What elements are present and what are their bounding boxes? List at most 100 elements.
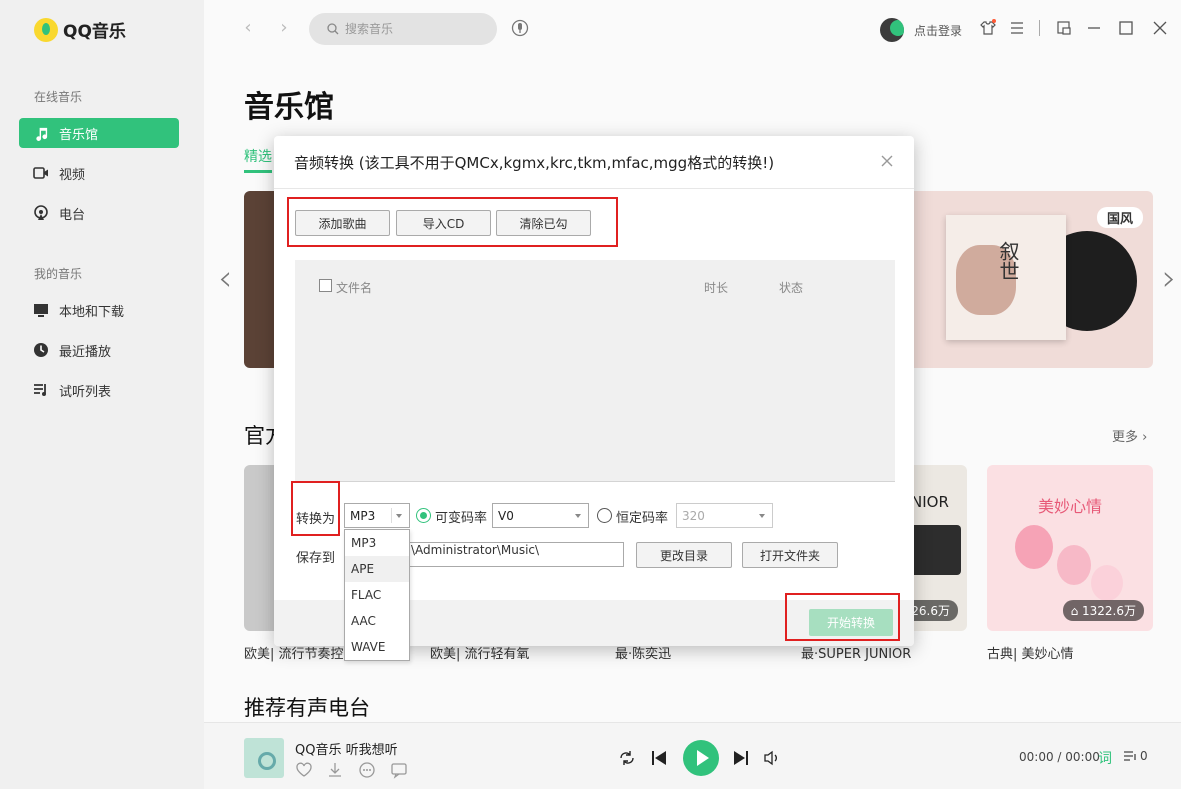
format-select[interactable]: MP3 [344, 503, 410, 528]
save-path-field[interactable]: \Administrator\Music\ [404, 542, 624, 567]
comment-icon[interactable] [390, 761, 408, 779]
queue-icon [1124, 751, 1136, 761]
card-caption[interactable]: 古典| 美妙心情 [987, 643, 1157, 662]
vbr-label: 可变码率 [435, 511, 488, 526]
select-all-checkbox[interactable] [319, 279, 332, 292]
mini-mode-icon[interactable] [1055, 19, 1073, 37]
format-option-flac[interactable]: FLAC [345, 582, 409, 608]
chevron-down-icon [570, 508, 585, 523]
lyrics-button[interactable]: 词 [1098, 748, 1112, 768]
format-option-wave[interactable]: WAVE [345, 634, 409, 660]
column-filename: 文件名 [336, 281, 373, 295]
sidebar-item-label: 试听列表 [59, 384, 112, 400]
change-directory-button[interactable]: 更改目录 [636, 542, 732, 568]
queue-button[interactable]: 0 [1123, 749, 1148, 763]
app-logo[interactable]: QQ音乐 [34, 17, 126, 42]
login-button[interactable]: 点击登录 [880, 18, 962, 42]
section-my-music: 我的音乐 [34, 267, 83, 281]
column-duration: 时长 [704, 281, 729, 295]
song-title[interactable]: QQ音乐 听我想听 [295, 739, 398, 758]
column-status: 状态 [779, 281, 804, 295]
card-art-text: 美妙心情 [1037, 497, 1102, 516]
minimize-icon[interactable] [1085, 19, 1103, 37]
volume-icon[interactable] [763, 749, 781, 767]
play-button[interactable] [683, 740, 719, 776]
format-option-aac[interactable]: AAC [345, 608, 409, 634]
login-label: 点击登录 [914, 23, 963, 38]
sidebar-item-label: 电台 [59, 207, 86, 223]
divider [274, 188, 914, 189]
skin-shirt-icon[interactable] [979, 19, 997, 37]
section-online-music: 在线音乐 [34, 90, 83, 104]
maximize-icon[interactable] [1117, 19, 1135, 37]
music-note-icon [33, 125, 49, 141]
download-icon[interactable] [326, 761, 344, 779]
more-link[interactable]: 更多 › [1112, 426, 1147, 445]
format-dropdown-list[interactable]: MP3 APE FLAC AAC WAVE [344, 529, 410, 661]
dialog-title: 音频转换 (该工具不用于QMCx,kgmx,krc,tkm,mfac,mgg格式… [294, 154, 775, 172]
banner-prev-arrow-icon[interactable]: ‹ [218, 258, 232, 299]
sidebar-item-video[interactable]: 视频 [19, 158, 179, 188]
like-heart-icon[interactable] [295, 761, 313, 779]
previous-track-icon[interactable] [650, 749, 668, 767]
close-window-icon[interactable] [1151, 19, 1169, 37]
vbr-radio[interactable] [416, 508, 431, 523]
open-folder-button[interactable]: 打开文件夹 [742, 542, 838, 568]
vbr-select[interactable]: V0 [492, 503, 589, 528]
radio-icon [33, 205, 49, 221]
cbr-radio[interactable] [597, 508, 612, 523]
sidebar-item-label: 本地和下载 [59, 304, 125, 320]
start-convert-button[interactable]: 开始转换 [809, 609, 893, 636]
sidebar-item-trial-list[interactable]: 试听列表 [19, 375, 179, 405]
banner-left-card[interactable] [244, 191, 274, 368]
album-art-text: 叙世 [996, 241, 1020, 281]
sidebar-item-label: 最近播放 [59, 344, 112, 360]
chevron-down-icon [754, 508, 769, 523]
top-bar: ‹ › 点击登录 [204, 0, 1181, 60]
cbr-select[interactable]: 320 [676, 503, 773, 528]
close-icon[interactable] [878, 152, 896, 170]
now-playing-cover[interactable] [244, 738, 284, 778]
format-option-ape[interactable]: APE [345, 556, 409, 582]
cbr-label: 恒定码率 [616, 511, 669, 526]
video-icon [33, 165, 49, 181]
back-arrow-icon[interactable]: ‹ [238, 18, 258, 38]
chevron-down-icon [391, 508, 406, 523]
import-cd-button[interactable]: 导入CD [396, 210, 491, 236]
banner-right-card[interactable]: 叙世 国风 [912, 191, 1153, 368]
playlist-card[interactable]: 美妙心情 ⌂ 1322.6万 [987, 465, 1153, 631]
banner-next-arrow-icon[interactable]: › [1162, 258, 1176, 299]
add-song-button[interactable]: 添加歌曲 [295, 210, 390, 236]
sidebar-item-label: 视频 [59, 167, 86, 183]
more-label: 更多 [1112, 430, 1139, 445]
clock-icon [33, 342, 49, 358]
vbr-value: V0 [498, 508, 514, 523]
more-options-icon[interactable] [358, 761, 376, 779]
search-input[interactable] [345, 22, 485, 36]
section-title-radio: 推荐有声电台 [244, 696, 370, 720]
balloon-image [1015, 525, 1053, 569]
play-count: ⌂ 1322.6万 [1062, 600, 1144, 621]
balloon-image [1091, 565, 1123, 601]
sidebar-item-recent[interactable]: 最近播放 [19, 335, 179, 365]
format-option-mp3[interactable]: MP3 [345, 530, 409, 556]
tab-featured[interactable]: 精选 [244, 146, 272, 166]
balloon-image [1057, 545, 1091, 585]
next-track-icon[interactable] [732, 749, 750, 767]
loop-mode-icon[interactable] [618, 749, 636, 767]
sidebar-item-radio[interactable]: 电台 [19, 198, 179, 228]
file-list[interactable]: 文件名 时长 状态 [295, 260, 895, 482]
sidebar-item-music-hall[interactable]: 音乐馆 [19, 118, 179, 148]
menu-icon[interactable] [1008, 19, 1026, 37]
clear-checked-button[interactable]: 清除已勾 [496, 210, 591, 236]
player-bar: QQ音乐 听我想听 00:00 / 00:00 词 0 [204, 722, 1181, 789]
search-box[interactable] [309, 13, 497, 45]
forward-arrow-icon[interactable]: › [274, 18, 294, 38]
voice-search-icon[interactable] [511, 19, 529, 37]
page-title: 音乐馆 [244, 90, 334, 125]
queue-count: 0 [1140, 749, 1148, 763]
banner-badge: 国风 [1096, 207, 1143, 228]
card-art-text: NIOR [911, 493, 949, 511]
sidebar-item-local-download[interactable]: 本地和下载 [19, 295, 179, 325]
sidebar: QQ音乐 在线音乐 音乐馆 视频 电台 我的音乐 本地和下载 最近播放 试听列表 [0, 0, 204, 789]
